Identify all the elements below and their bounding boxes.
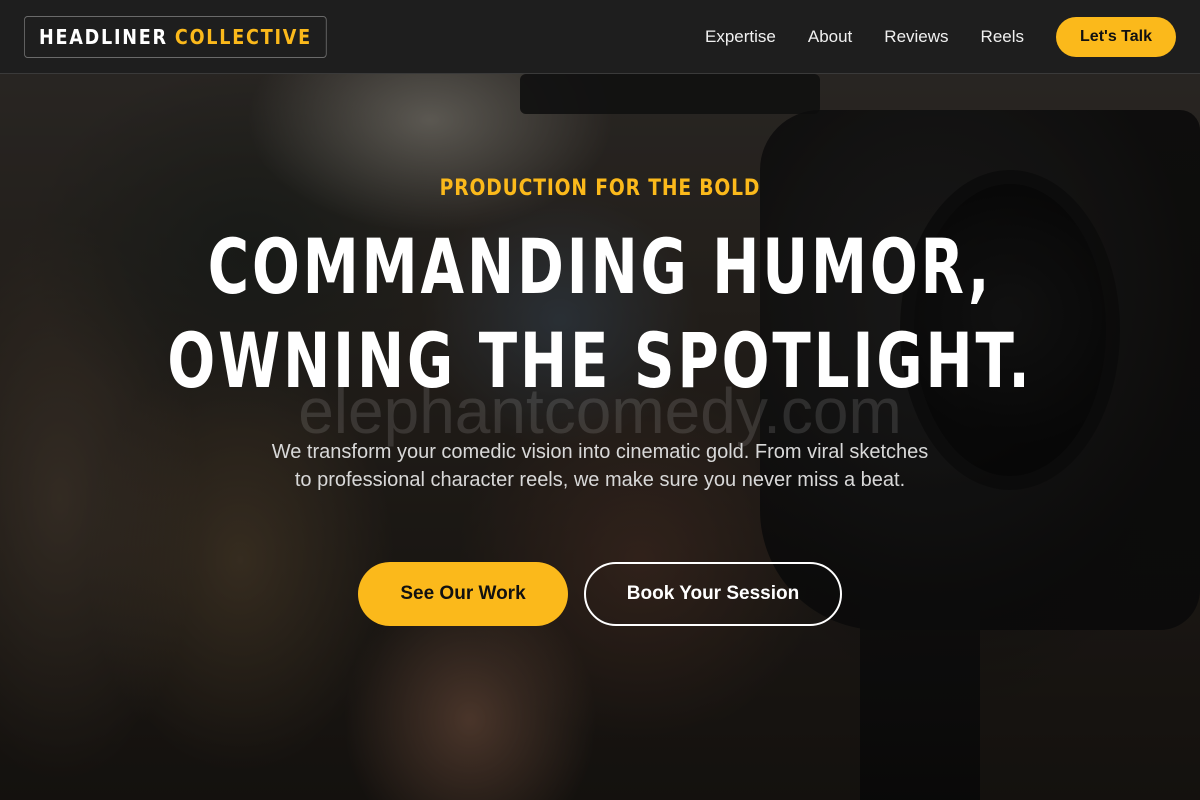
nav-link-reels[interactable]: Reels xyxy=(981,27,1024,47)
nav-link-expertise[interactable]: Expertise xyxy=(705,27,776,47)
logo-text-accent: COLLECTIVE xyxy=(174,24,312,49)
hero-headline-line1: COMMANDING HUMOR, xyxy=(207,222,993,311)
hero-eyebrow: PRODUCTION FOR THE BOLD xyxy=(439,176,761,201)
logo-text-primary: HEADLINER xyxy=(38,24,168,49)
brand-logo[interactable]: HEADLINER COLLECTIVE xyxy=(24,15,327,58)
lets-talk-button[interactable]: Let's Talk xyxy=(1056,16,1176,57)
watermark-text: elephantcomedy.com xyxy=(298,375,902,447)
hero-subtext: We transform your comedic vision into ci… xyxy=(271,441,929,491)
top-navbar: HEADLINER COLLECTIVE Expertise About Rev… xyxy=(0,0,1200,74)
hero-button-row: See Our Work Book Your Session xyxy=(0,562,1200,626)
see-our-work-button[interactable]: See Our Work xyxy=(358,562,568,626)
book-session-button[interactable]: Book Your Session xyxy=(584,562,842,626)
nav-link-reviews[interactable]: Reviews xyxy=(884,27,948,47)
hero-section: PRODUCTION FOR THE BOLD COMMANDING HUMOR… xyxy=(0,74,1200,800)
nav-menu: Expertise About Reviews Reels Let's Talk xyxy=(705,16,1176,57)
nav-link-about[interactable]: About xyxy=(808,27,852,47)
